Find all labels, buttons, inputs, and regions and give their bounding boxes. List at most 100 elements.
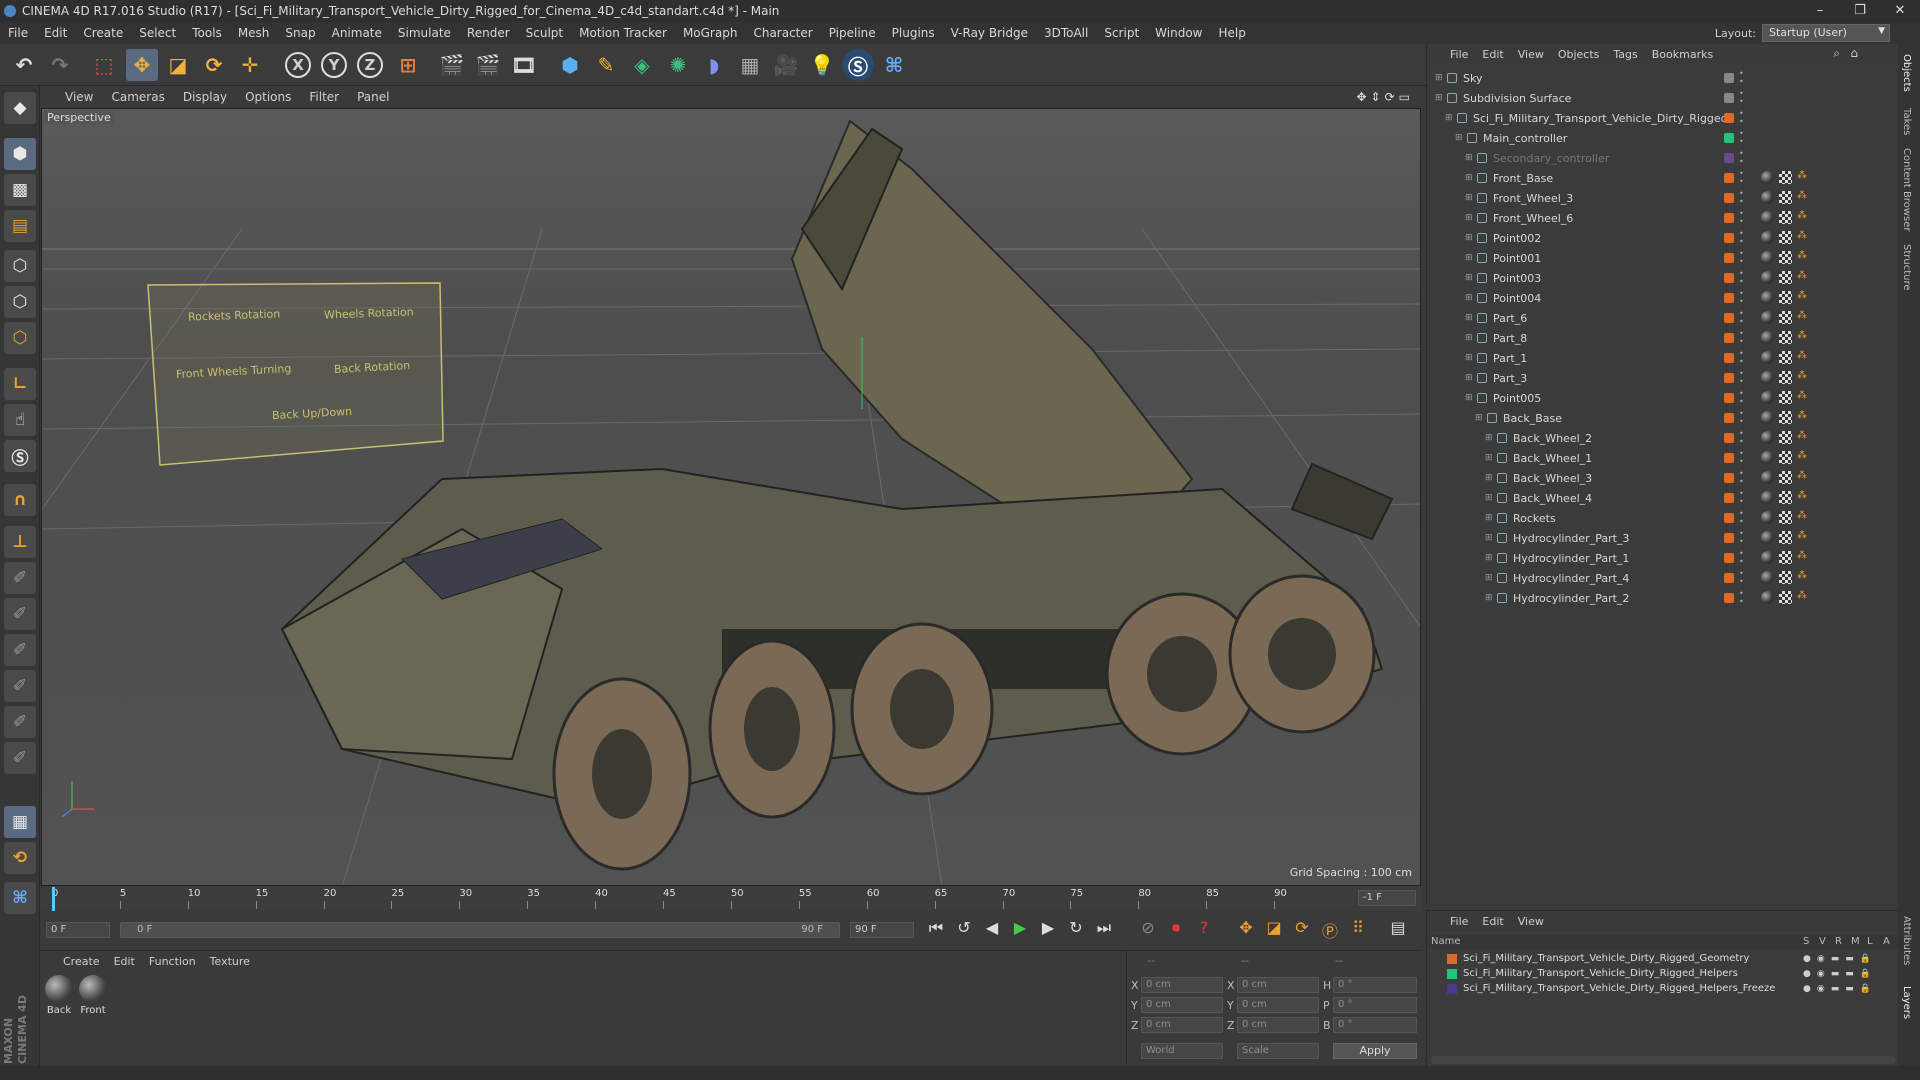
material-tag-icon[interactable] — [1761, 251, 1774, 264]
xpresso-tag-icon[interactable]: ⁂ — [1797, 370, 1807, 381]
menu-edit[interactable]: Edit — [36, 26, 75, 40]
visibility-dots-icon[interactable]: • • — [1739, 190, 1744, 206]
checker-tag-icon[interactable] — [1779, 351, 1792, 364]
expand-icon[interactable]: ⊞ — [1455, 133, 1467, 143]
xpresso-tag-icon[interactable]: ⁂ — [1797, 470, 1807, 481]
light-icon[interactable]: 💡 — [806, 49, 838, 81]
objects-menu-objects[interactable]: Objects — [1551, 48, 1607, 61]
menu-file[interactable]: File — [0, 26, 36, 40]
make-editable-icon[interactable]: ◆ — [4, 92, 36, 124]
viewport-menu-view[interactable]: View — [56, 90, 102, 104]
checker-tag-icon[interactable] — [1779, 451, 1792, 464]
object-row[interactable]: ⊞ Point004 • • ⁂ — [1427, 288, 1899, 308]
visibility-dots-icon[interactable]: • • — [1739, 550, 1744, 566]
timeline-window-icon[interactable]: ▤ — [1386, 918, 1410, 942]
object-row[interactable]: ⊞ Back_Wheel_3 • • ⁂ — [1427, 468, 1899, 488]
python-icon[interactable]: ⌘ — [878, 49, 910, 81]
expand-icon[interactable]: ⊞ — [1465, 273, 1477, 283]
layer-color-swatch[interactable] — [1724, 233, 1734, 243]
menu-pipeline[interactable]: Pipeline — [821, 26, 884, 40]
coordinate-system-icon[interactable]: ⊞ — [392, 49, 424, 81]
visibility-dots-icon[interactable]: • • — [1739, 130, 1744, 146]
expand-icon[interactable]: ⊞ — [1465, 353, 1477, 363]
menu-plugins[interactable]: Plugins — [884, 26, 943, 40]
visibility-dots-icon[interactable]: • • — [1739, 350, 1744, 366]
object-row[interactable]: ⊞ Sky • • — [1427, 68, 1899, 88]
objects-menu-view[interactable]: View — [1511, 48, 1551, 61]
coord-mode-select[interactable]: World — [1141, 1043, 1223, 1059]
autokey-icon[interactable]: ⏺ — [1164, 918, 1188, 942]
menu-window[interactable]: Window — [1147, 26, 1210, 40]
xpresso-tag-icon[interactable]: ⁂ — [1797, 270, 1807, 281]
menu-help[interactable]: Help — [1210, 26, 1253, 40]
expand-icon[interactable]: ⊞ — [1485, 533, 1497, 543]
checker-tag-icon[interactable] — [1779, 191, 1792, 204]
objects-menu-bookmarks[interactable]: Bookmarks — [1645, 48, 1720, 61]
checker-tag-icon[interactable] — [1779, 571, 1792, 584]
visibility-dots-icon[interactable]: • • — [1739, 450, 1744, 466]
layer-color-swatch[interactable] — [1724, 133, 1734, 143]
expand-icon[interactable]: ⊞ — [1465, 293, 1477, 303]
goto-start-icon[interactable]: ⏮ — [924, 918, 948, 942]
layers-menu-view[interactable]: View — [1511, 915, 1551, 928]
search-icon[interactable]: ⌕ — [1833, 46, 1840, 61]
xpresso-tag-icon[interactable]: ⁂ — [1797, 430, 1807, 441]
xpresso-tag-icon[interactable]: ⁂ — [1797, 450, 1807, 461]
viewport-nav-icons[interactable]: ✥⇕⟳▭ — [1356, 90, 1414, 104]
layer-color-swatch[interactable] — [1724, 313, 1734, 323]
visibility-dots-icon[interactable]: • • — [1739, 290, 1744, 306]
checker-tag-icon[interactable] — [1779, 411, 1792, 424]
x-axis-lock-icon[interactable]: X — [282, 49, 314, 81]
layer-color-swatch[interactable] — [1447, 968, 1457, 979]
expand-icon[interactable]: ⊞ — [1485, 493, 1497, 503]
sculpt-brush-3-icon[interactable]: ✐ — [4, 634, 36, 666]
render-settings-icon[interactable]: 🎞 — [508, 49, 540, 81]
objects-menu-file[interactable]: File — [1443, 48, 1475, 61]
tab-content-browser[interactable]: Content Browser — [1901, 148, 1912, 231]
visibility-dots-icon[interactable]: • • — [1739, 390, 1744, 406]
size-x-field[interactable]: 0 cm — [1237, 977, 1319, 993]
checker-tag-icon[interactable] — [1779, 471, 1792, 484]
subdivision-icon[interactable]: ◈ — [626, 49, 658, 81]
maximize-button[interactable]: ❐ — [1840, 0, 1880, 22]
visibility-dots-icon[interactable]: • • — [1739, 230, 1744, 246]
material-tag-icon[interactable] — [1761, 211, 1774, 224]
material-tag-icon[interactable] — [1761, 291, 1774, 304]
material-tag-icon[interactable] — [1761, 271, 1774, 284]
visibility-dots-icon[interactable]: • • — [1739, 170, 1744, 186]
xpresso-tag-icon[interactable]: ⁂ — [1797, 390, 1807, 401]
workplane-axis-icon[interactable]: ⊥ — [4, 526, 36, 558]
expand-icon[interactable]: ⊞ — [1465, 393, 1477, 403]
checker-tag-icon[interactable] — [1779, 331, 1792, 344]
visibility-dots-icon[interactable]: • • — [1739, 490, 1744, 506]
expand-icon[interactable]: ⊞ — [1465, 233, 1477, 243]
layer-color-swatch[interactable] — [1724, 373, 1734, 383]
checker-tag-icon[interactable] — [1779, 311, 1792, 324]
layer-color-swatch[interactable] — [1724, 473, 1734, 483]
material-tag-icon[interactable] — [1761, 471, 1774, 484]
layer-row[interactable]: Sci_Fi_Military_Transport_Vehicle_Dirty_… — [1427, 981, 1899, 996]
object-row[interactable]: ⊞ Back_Wheel_4 • • ⁂ — [1427, 488, 1899, 508]
material-swatch-back[interactable]: Back — [44, 975, 74, 1016]
camera-icon[interactable]: 🎥 — [770, 49, 802, 81]
object-row[interactable]: ⊞ Front_Base • • ⁂ — [1427, 168, 1899, 188]
xpresso-tag-icon[interactable]: ⁂ — [1797, 330, 1807, 341]
layer-color-swatch[interactable] — [1724, 333, 1734, 343]
minimize-button[interactable]: – — [1800, 0, 1840, 22]
rotation-b-field[interactable]: 0 ° — [1333, 1017, 1417, 1033]
layer-color-swatch[interactable] — [1724, 573, 1734, 583]
checker-tag-icon[interactable] — [1779, 591, 1792, 604]
menu-animate[interactable]: Animate — [324, 26, 390, 40]
material-tag-icon[interactable] — [1761, 311, 1774, 324]
material-tag-icon[interactable] — [1761, 591, 1774, 604]
material-tag-icon[interactable] — [1761, 491, 1774, 504]
layer-color-swatch[interactable] — [1724, 433, 1734, 443]
expand-icon[interactable]: ⊞ — [1435, 73, 1447, 83]
menu-tools[interactable]: Tools — [184, 26, 230, 40]
viewport-menu-options[interactable]: Options — [236, 90, 300, 104]
object-row[interactable]: ⊞ Part_8 • • ⁂ — [1427, 328, 1899, 348]
checker-tag-icon[interactable] — [1779, 251, 1792, 264]
object-row[interactable]: ⊞ Part_3 • • ⁂ — [1427, 368, 1899, 388]
expand-icon[interactable]: ⊞ — [1485, 593, 1497, 603]
home-icon[interactable]: ⌂ — [1850, 46, 1858, 60]
